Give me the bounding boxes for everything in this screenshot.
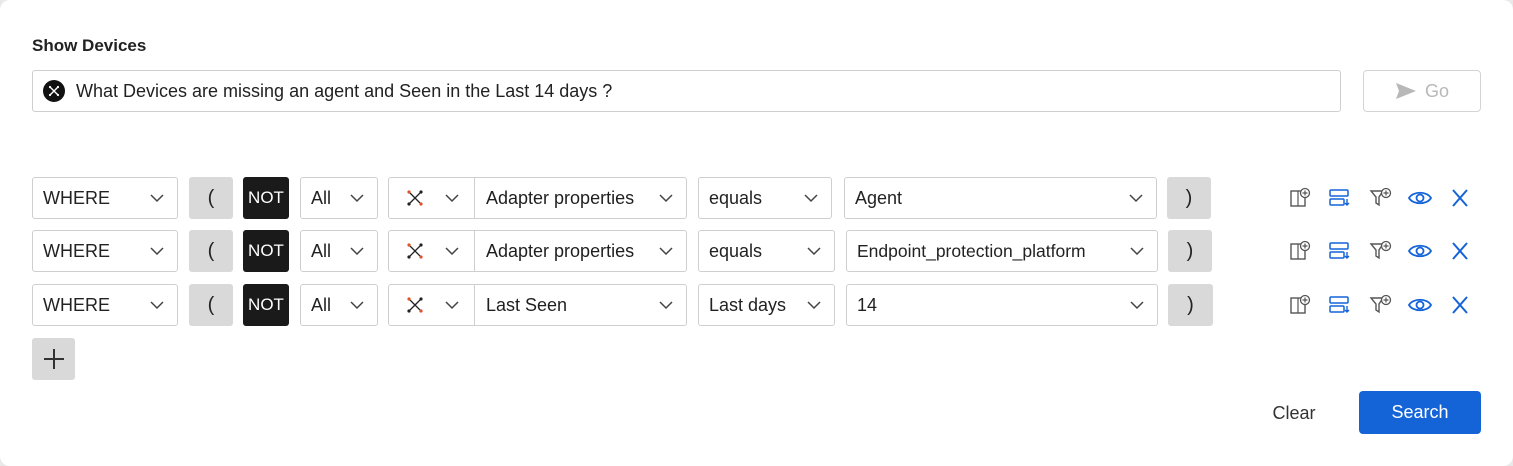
close-icon[interactable] <box>1448 293 1472 317</box>
open-paren-button[interactable]: ( <box>189 177 233 219</box>
query-wizard-panel: Show Devices What Devices are missing an… <box>0 0 1513 466</box>
row-actions <box>1288 186 1474 210</box>
adapter-select[interactable] <box>389 178 474 218</box>
chevron-down-icon <box>445 247 459 256</box>
adapter-select[interactable] <box>389 285 474 325</box>
close-paren-button[interactable]: ) <box>1168 230 1212 272</box>
chevron-down-icon <box>1130 247 1144 256</box>
panel-title: Show Devices <box>32 36 147 55</box>
operator-select[interactable]: equals <box>698 230 835 272</box>
scope-select[interactable]: All <box>300 177 378 219</box>
add-filter-icon[interactable] <box>1369 293 1393 317</box>
field-combo: Last Seen <box>388 284 687 326</box>
value-select[interactable]: Endpoint_protection_platform <box>846 230 1158 272</box>
chevron-down-icon <box>659 194 673 203</box>
filter-row: WHERE ( NOT All Adapter properties equal… <box>0 177 1513 219</box>
add-adapter-icon[interactable] <box>1288 293 1312 317</box>
chevron-down-icon <box>150 247 164 256</box>
chevron-down-icon <box>150 194 164 203</box>
value-select[interactable]: 14 <box>846 284 1158 326</box>
close-icon[interactable] <box>1448 186 1472 210</box>
chevron-down-icon <box>150 301 164 310</box>
field-select[interactable]: Adapter properties <box>475 178 686 218</box>
eye-icon[interactable] <box>1408 239 1432 263</box>
nest-condition-icon[interactable] <box>1328 186 1352 210</box>
send-icon <box>1395 83 1416 99</box>
adapter-select[interactable] <box>389 231 474 271</box>
close-paren-button[interactable]: ) <box>1168 284 1213 326</box>
field-select[interactable]: Last Seen <box>475 285 686 325</box>
eye-icon[interactable] <box>1408 293 1432 317</box>
chevron-down-icon <box>350 194 364 203</box>
not-toggle[interactable]: NOT <box>243 177 289 219</box>
chevron-down-icon <box>350 247 364 256</box>
add-condition-button[interactable] <box>32 338 75 380</box>
add-adapter-icon[interactable] <box>1288 239 1312 263</box>
chevron-down-icon <box>807 247 821 256</box>
scope-select[interactable]: All <box>300 284 378 326</box>
filter-row: WHERE ( NOT All Last Seen Last days 14) <box>0 284 1513 326</box>
add-filter-icon[interactable] <box>1369 239 1393 263</box>
query-input[interactable]: What Devices are missing an agent and Se… <box>32 70 1341 112</box>
field-combo: Adapter properties <box>388 230 687 272</box>
adapter-icon <box>407 243 423 259</box>
chevron-down-icon <box>659 301 673 310</box>
close-paren-button[interactable]: ) <box>1167 177 1211 219</box>
chevron-down-icon <box>1129 194 1143 203</box>
row-actions <box>1288 293 1474 317</box>
ai-assistant-icon <box>43 80 65 102</box>
clear-button[interactable]: Clear <box>1262 392 1326 434</box>
value-select[interactable]: Agent <box>844 177 1157 219</box>
operator-select[interactable]: Last days <box>698 284 835 326</box>
chevron-down-icon <box>445 301 459 310</box>
adapter-icon <box>407 190 423 206</box>
nest-condition-icon[interactable] <box>1328 239 1352 263</box>
query-text: What Devices are missing an agent and Se… <box>76 80 613 101</box>
field-combo: Adapter properties <box>388 177 687 219</box>
logic-select[interactable]: WHERE <box>32 284 178 326</box>
chevron-down-icon <box>804 194 818 203</box>
close-icon[interactable] <box>1448 239 1472 263</box>
not-toggle[interactable]: NOT <box>243 284 289 326</box>
eye-icon[interactable] <box>1408 186 1432 210</box>
chevron-down-icon <box>1130 301 1144 310</box>
filter-row: WHERE ( NOT All Adapter properties equal… <box>0 230 1513 272</box>
open-paren-button[interactable]: ( <box>189 284 233 326</box>
go-button[interactable]: Go <box>1363 70 1481 112</box>
row-actions <box>1288 239 1474 263</box>
operator-select[interactable]: equals <box>698 177 832 219</box>
add-adapter-icon[interactable] <box>1288 186 1312 210</box>
chevron-down-icon <box>350 301 364 310</box>
go-label: Go <box>1424 80 1449 101</box>
field-select[interactable]: Adapter properties <box>475 231 686 271</box>
adapter-icon <box>407 297 423 313</box>
add-filter-icon[interactable] <box>1369 186 1393 210</box>
plus-icon <box>43 349 64 369</box>
logic-select[interactable]: WHERE <box>32 177 178 219</box>
chevron-down-icon <box>807 301 821 310</box>
nest-condition-icon[interactable] <box>1328 293 1352 317</box>
search-button[interactable]: Search <box>1359 391 1481 434</box>
not-toggle[interactable]: NOT <box>243 230 289 272</box>
scope-select[interactable]: All <box>300 230 378 272</box>
open-paren-button[interactable]: ( <box>189 230 233 272</box>
logic-select[interactable]: WHERE <box>32 230 178 272</box>
chevron-down-icon <box>445 194 459 203</box>
chevron-down-icon <box>659 247 673 256</box>
